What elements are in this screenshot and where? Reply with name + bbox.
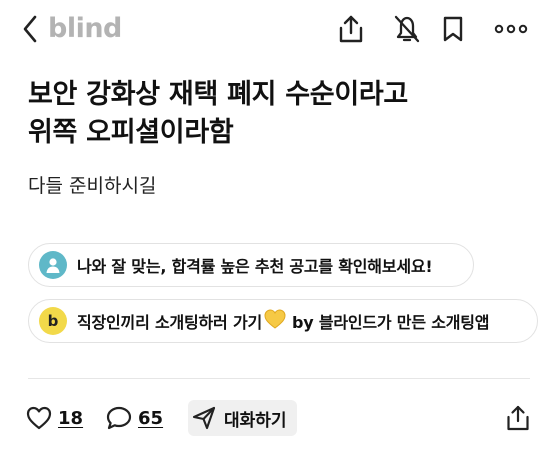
comment-count: 65 — [138, 407, 164, 429]
post-body: 다들 준비하시길 — [28, 175, 157, 197]
more-button[interactable] — [486, 12, 536, 46]
share-icon — [339, 15, 363, 43]
post-action-bar: 18 65 대화하기 — [0, 396, 550, 440]
like-count: 18 — [58, 407, 84, 429]
share-icon — [507, 405, 529, 431]
comment-icon — [106, 406, 132, 430]
bookmark-icon — [443, 16, 463, 42]
more-dots-icon — [494, 24, 528, 34]
post-title-line-1: 보안 강화상 재택 폐지 수순이라고 — [28, 79, 408, 110]
heart-icon — [26, 406, 52, 430]
b-badge-icon: b — [39, 307, 67, 335]
send-icon — [192, 406, 216, 430]
dating-app-text-after: by 블라인드가 만든 소개팅앱 — [291, 313, 490, 332]
dating-app-banner[interactable]: b 직장인끼리 소개팅하러 가기 by 블라인드가 만든 소개팅앱 — [28, 299, 538, 343]
back-button[interactable] — [18, 14, 42, 44]
divider — [28, 378, 530, 379]
share-button-bottom[interactable] — [500, 400, 536, 436]
chat-button[interactable]: 대화하기 — [188, 400, 297, 436]
chat-label: 대화하기 — [224, 410, 287, 431]
top-actions — [328, 12, 536, 46]
post-title-line-2: 위쪽 오피셜이라함 — [28, 117, 234, 148]
job-recommendation-banner[interactable]: 나와 잘 맞는, 합격률 높은 추천 공고를 확인해보세요! — [28, 243, 474, 287]
bookmark-button[interactable] — [430, 12, 476, 46]
person-icon — [39, 251, 67, 279]
dating-app-text-before: 직장인끼리 소개팅하러 가기 — [77, 313, 262, 332]
notification-off-button[interactable] — [384, 12, 430, 46]
post-screen: blind 보안 강화상 재택 폐지 수순이라고 위쪽 오피셜이라함 다들 준비… — [0, 0, 550, 465]
brand-logo[interactable]: blind — [48, 9, 122, 49]
bell-off-icon — [394, 15, 420, 43]
share-button[interactable] — [328, 12, 374, 46]
post-title: 보안 강화상 재택 폐지 수순이라고 위쪽 오피셜이라함 — [28, 76, 528, 152]
top-bar: blind — [0, 0, 550, 58]
job-recommendation-text: 나와 잘 맞는, 합격률 높은 추천 공고를 확인해보세요! — [77, 257, 433, 276]
chevron-left-icon — [23, 15, 37, 43]
yellow-heart-icon — [264, 309, 286, 333]
like-button[interactable]: 18 — [26, 400, 83, 436]
comment-button[interactable]: 65 — [106, 400, 163, 436]
